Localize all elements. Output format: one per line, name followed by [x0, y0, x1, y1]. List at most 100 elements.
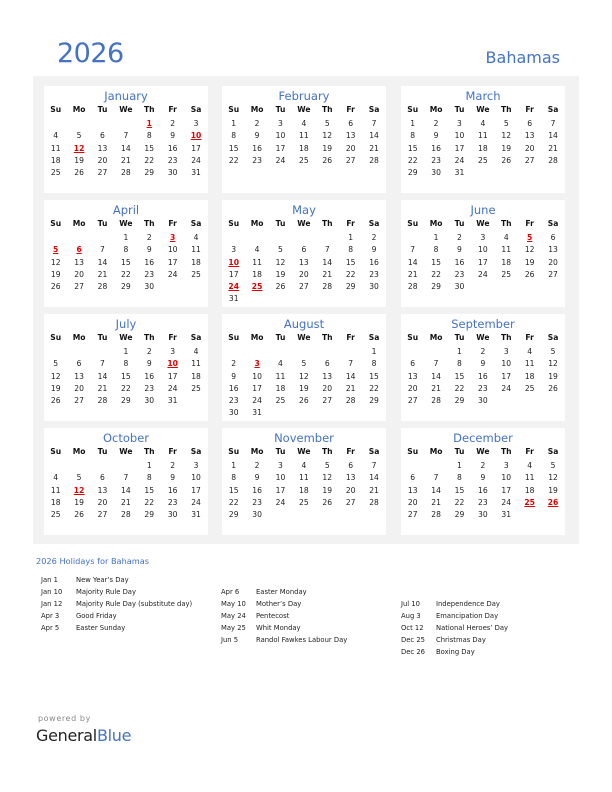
day-cell[interactable]: 8: [339, 244, 362, 256]
day-cell[interactable]: 27: [518, 155, 541, 167]
day-cell[interactable]: 3: [269, 118, 292, 130]
day-cell[interactable]: 19: [316, 485, 339, 497]
day-cell[interactable]: 27: [339, 497, 362, 509]
day-cell[interactable]: 12: [316, 130, 339, 142]
day-cell[interactable]: 24: [184, 155, 207, 167]
day-cell[interactable]: 13: [67, 371, 90, 383]
day-cell[interactable]: 2: [161, 118, 184, 130]
day-cell[interactable]: 12: [316, 472, 339, 484]
day-cell[interactable]: 23: [161, 155, 184, 167]
day-cell[interactable]: 30: [448, 281, 471, 293]
day-cell[interactable]: 21: [339, 383, 362, 395]
day-cell[interactable]: 20: [67, 383, 90, 395]
day-cell[interactable]: 2: [222, 358, 245, 370]
day-cell[interactable]: 16: [471, 371, 494, 383]
day-cell[interactable]: 26: [292, 395, 315, 407]
day-cell[interactable]: 11: [518, 472, 541, 484]
day-cell[interactable]: 21: [362, 143, 385, 155]
day-cell[interactable]: 28: [114, 509, 137, 521]
day-cell[interactable]: 13: [339, 130, 362, 142]
day-cell[interactable]: 21: [401, 269, 424, 281]
day-cell[interactable]: 6: [541, 232, 564, 244]
day-cell[interactable]: 30: [471, 395, 494, 407]
day-cell[interactable]: 14: [424, 485, 447, 497]
day-cell[interactable]: 10: [245, 371, 268, 383]
day-cell[interactable]: 29: [448, 509, 471, 521]
holiday-day[interactable]: 10: [222, 257, 245, 269]
day-cell[interactable]: 20: [401, 383, 424, 395]
day-cell[interactable]: 19: [269, 269, 292, 281]
holiday-day[interactable]: 5: [518, 232, 541, 244]
day-cell[interactable]: 5: [541, 346, 564, 358]
day-cell[interactable]: 28: [339, 395, 362, 407]
day-cell[interactable]: 2: [424, 118, 447, 130]
day-cell[interactable]: 15: [222, 485, 245, 497]
holiday-day[interactable]: 10: [161, 358, 184, 370]
day-cell[interactable]: 24: [269, 497, 292, 509]
day-cell[interactable]: 8: [448, 358, 471, 370]
day-cell[interactable]: 13: [541, 244, 564, 256]
day-cell[interactable]: 8: [114, 358, 137, 370]
day-cell[interactable]: 22: [114, 383, 137, 395]
day-cell[interactable]: 25: [518, 383, 541, 395]
day-cell[interactable]: 21: [316, 269, 339, 281]
day-cell[interactable]: 11: [471, 130, 494, 142]
day-cell[interactable]: 29: [138, 167, 161, 179]
day-cell[interactable]: 30: [138, 281, 161, 293]
holiday-day[interactable]: 5: [44, 244, 67, 256]
day-cell[interactable]: 28: [424, 395, 447, 407]
day-cell[interactable]: 2: [362, 232, 385, 244]
day-cell[interactable]: 1: [222, 460, 245, 472]
day-cell[interactable]: 27: [67, 395, 90, 407]
day-cell[interactable]: 26: [541, 383, 564, 395]
day-cell[interactable]: 26: [495, 155, 518, 167]
day-cell[interactable]: 26: [316, 155, 339, 167]
day-cell[interactable]: 24: [161, 269, 184, 281]
day-cell[interactable]: 7: [114, 472, 137, 484]
day-cell[interactable]: 1: [114, 232, 137, 244]
day-cell[interactable]: 25: [292, 155, 315, 167]
day-cell[interactable]: 19: [292, 383, 315, 395]
day-cell[interactable]: 13: [401, 485, 424, 497]
day-cell[interactable]: 1: [339, 232, 362, 244]
day-cell[interactable]: 27: [541, 269, 564, 281]
day-cell[interactable]: 28: [424, 509, 447, 521]
day-cell[interactable]: 10: [269, 130, 292, 142]
day-cell[interactable]: 27: [316, 395, 339, 407]
day-cell[interactable]: 6: [292, 244, 315, 256]
day-cell[interactable]: 29: [362, 395, 385, 407]
holiday-day[interactable]: 26: [541, 497, 564, 509]
day-cell[interactable]: 17: [184, 485, 207, 497]
day-cell[interactable]: 11: [44, 143, 67, 155]
day-cell[interactable]: 30: [245, 509, 268, 521]
day-cell[interactable]: 23: [161, 497, 184, 509]
day-cell[interactable]: 22: [222, 497, 245, 509]
day-cell[interactable]: 8: [222, 130, 245, 142]
day-cell[interactable]: 7: [91, 244, 114, 256]
day-cell[interactable]: 10: [161, 244, 184, 256]
day-cell[interactable]: 23: [471, 497, 494, 509]
day-cell[interactable]: 10: [495, 472, 518, 484]
day-cell[interactable]: 27: [91, 167, 114, 179]
day-cell[interactable]: 16: [222, 383, 245, 395]
day-cell[interactable]: 5: [495, 118, 518, 130]
day-cell[interactable]: 6: [339, 118, 362, 130]
day-cell[interactable]: 2: [245, 460, 268, 472]
holiday-day[interactable]: 10: [184, 130, 207, 142]
day-cell[interactable]: 23: [448, 269, 471, 281]
day-cell[interactable]: 17: [269, 143, 292, 155]
day-cell[interactable]: 3: [184, 460, 207, 472]
day-cell[interactable]: 12: [541, 358, 564, 370]
day-cell[interactable]: 9: [471, 358, 494, 370]
day-cell[interactable]: 20: [518, 143, 541, 155]
day-cell[interactable]: 22: [138, 497, 161, 509]
day-cell[interactable]: 25: [471, 155, 494, 167]
day-cell[interactable]: 20: [316, 383, 339, 395]
day-cell[interactable]: 22: [138, 155, 161, 167]
day-cell[interactable]: 9: [138, 358, 161, 370]
day-cell[interactable]: 30: [161, 509, 184, 521]
day-cell[interactable]: 20: [339, 143, 362, 155]
day-cell[interactable]: 10: [184, 472, 207, 484]
day-cell[interactable]: 18: [292, 143, 315, 155]
day-cell[interactable]: 23: [138, 383, 161, 395]
